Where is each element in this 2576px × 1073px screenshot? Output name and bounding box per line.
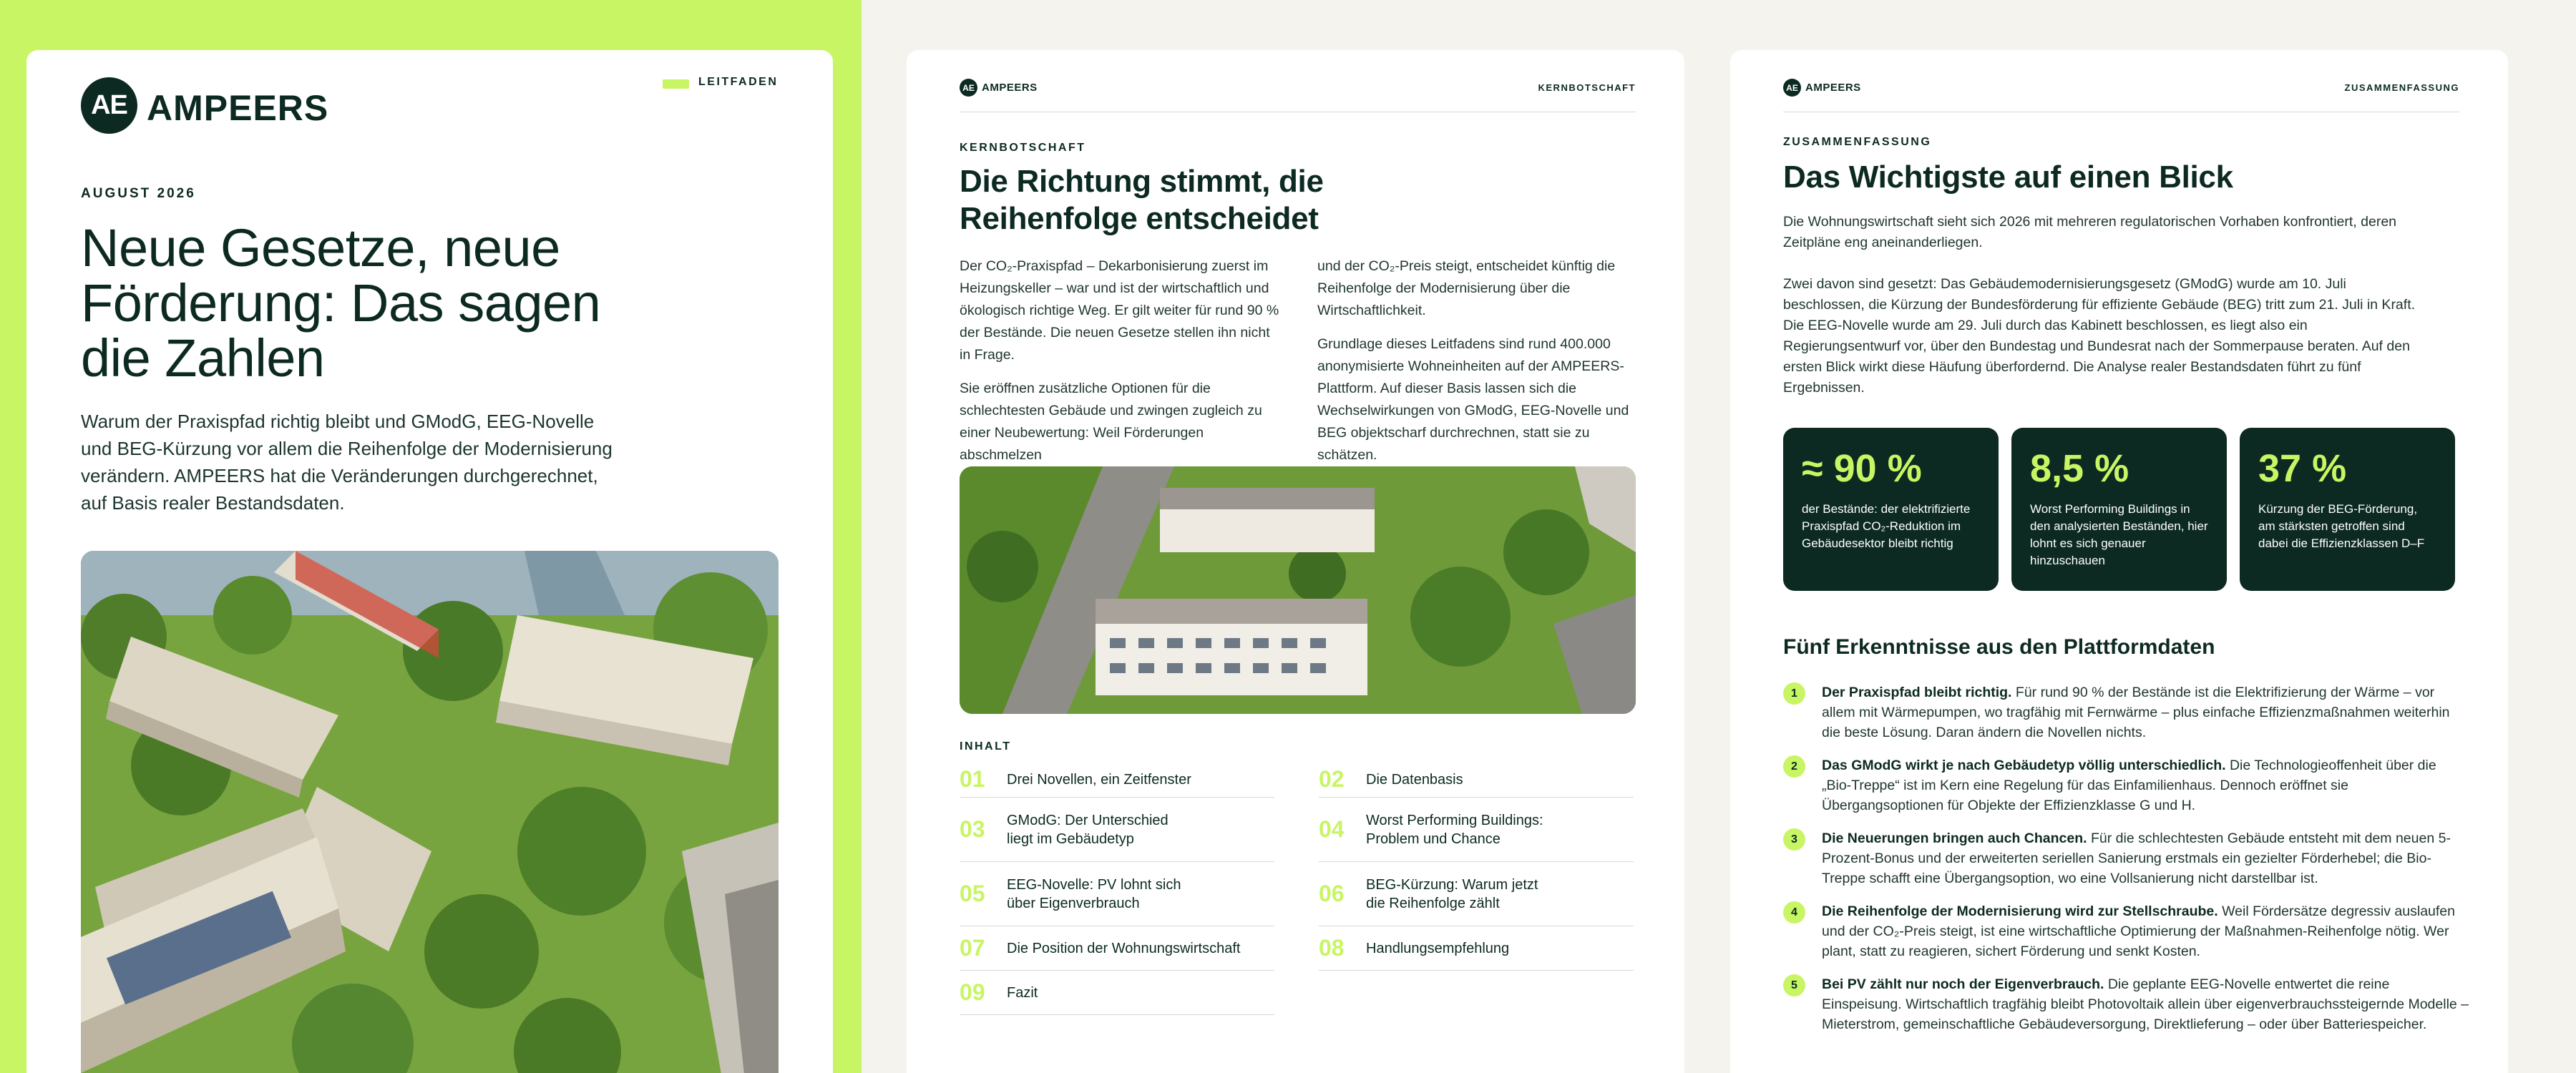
toc-number: 07 [960, 935, 985, 961]
toc-label: Die Position der Wohnungswirtschaft [1007, 940, 1241, 956]
cover-title: Neue Gesetze, neue Förderung: Das sagen … [81, 218, 601, 388]
paragraph: und der CO₂-Preis steigt, entscheidet kü… [1317, 258, 1616, 318]
finding-text: Die Reihenfolge der Modernisierung wird … [1822, 901, 2469, 961]
finding-lead: Die Reihenfolge der Modernisierung wird … [1822, 903, 2218, 919]
ampeers-logo-icon: AE [960, 79, 977, 97]
brand-wordmark: AMPEERS [147, 88, 329, 128]
aerial-residential-blocks-photo [81, 551, 779, 1073]
toc-label: Fazit [1007, 984, 1038, 1001]
stat-card: 37 % Kürzung der BEG-Förderung, am stärk… [2240, 428, 2455, 591]
toc-item[interactable]: 01 Drei Novellen, ein Zeitfenster [960, 762, 1274, 798]
toc-label: BEG-Kürzung: Warum jetzt die Reihenfolge… [1366, 876, 1538, 911]
toc-label: Handlungsempfehlung [1366, 940, 1510, 956]
body-column-right: und der CO₂-Preis steigt, entscheidet kü… [1317, 255, 1639, 478]
finding-item: 5 Bei PV zählt nur noch der Eigenverbrau… [1783, 974, 2470, 1034]
section-eyebrow: KERNBOTSCHAFT [960, 142, 1086, 154]
stat-value: 8,5 % [2030, 447, 2129, 490]
finding-item: 3 Die Neuerungen bringen auch Chancen. F… [1783, 828, 2470, 888]
intro-paragraph: Die Wohnungswirtschaft sieht sich 2026 m… [1783, 214, 2397, 250]
toc-item[interactable]: 08 Handlungsempfehlung [1319, 926, 1634, 971]
paragraph: Grundlage dieses Leitfadens sind rund 40… [1317, 336, 1629, 463]
stat-value: ≈ 90 % [1802, 447, 1922, 490]
stat-description: Worst Performing Buildings in den analys… [2030, 502, 2208, 567]
toc-label: EEG-Novelle: PV lohnt sich über Eigenver… [1007, 876, 1181, 911]
core-message-page: AE AMPEERS KERNBOTSCHAFT KERNBOTSCHAFT D… [907, 50, 1684, 1073]
paragraph: Sie eröffnen zusätzliche Optionen für di… [960, 381, 1262, 463]
toc-item[interactable]: 04 Worst Performing Buildings: Problem u… [1319, 798, 1634, 862]
tag-accent-bar [663, 79, 689, 89]
finding-lead: Der Praxispfad bleibt richtig. [1822, 685, 2012, 700]
toc-item[interactable]: 03 GModG: Der Unterschied liegt im Gebäu… [960, 798, 1274, 862]
running-header: ZUSAMMENFASSUNG [2344, 82, 2459, 93]
toc-number: 08 [1319, 935, 1345, 961]
body-paragraph: Zwei davon sind gesetzt: Das Gebäudemode… [1783, 276, 2416, 396]
brand-wordmark: AMPEERS [1805, 82, 1861, 94]
toc-label: Die Datenbasis [1366, 771, 1463, 788]
stat-description: der Bestände: der elektrifizierte Praxis… [1802, 502, 1971, 550]
finding-text: Das GModG wirkt je nach Gebäudetyp völli… [1822, 755, 2469, 815]
finding-number-badge: 2 [1783, 755, 1805, 778]
cover-lead-text: Warum der Praxispfad richtig bleibt und … [81, 411, 613, 514]
finding-number-badge: 1 [1783, 682, 1805, 705]
stat-card: ≈ 90 % der Bestände: der elektrifizierte… [1783, 428, 1999, 591]
toc-item[interactable]: 09 Fazit [960, 971, 1274, 1015]
toc-heading: INHALT [960, 740, 1012, 753]
running-header: KERNBOTSCHAFT [1538, 82, 1636, 93]
publication-date: AUGUST 2026 [81, 186, 196, 201]
toc-item[interactable]: 07 Die Position der Wohnungswirtschaft [960, 926, 1274, 971]
toc-number: 01 [960, 766, 985, 792]
section-eyebrow: ZUSAMMENFASSUNG [1783, 136, 1932, 148]
stat-value: 37 % [2258, 447, 2347, 490]
finding-number-badge: 4 [1783, 901, 1805, 923]
toc-number: 03 [960, 816, 985, 842]
finding-item: 1 Der Praxispfad bleibt richtig. Für run… [1783, 682, 2470, 743]
toc-item[interactable]: 05 EEG-Novelle: PV lohnt sich über Eigen… [960, 862, 1274, 926]
finding-item: 4 Die Reihenfolge der Modernisierung wir… [1783, 901, 2470, 961]
section-title: Das Wichtigste auf einen Blick [1783, 160, 2233, 195]
finding-text: Der Praxispfad bleibt richtig. Für rund … [1822, 682, 2469, 743]
findings-heading: Fünf Erkenntnisse aus den Plattformdaten [1783, 635, 2215, 659]
body-column-left: Der CO₂-Praxispfad – Dekarbonisierung zu… [960, 255, 1282, 478]
finding-lead: Die Neuerungen bringen auch Chancen. [1822, 831, 2087, 846]
paragraph: Der CO₂-Praxispfad – Dekarbonisierung zu… [960, 258, 1279, 363]
toc-number: 09 [960, 979, 985, 1005]
toc-label: Drei Novellen, ein Zeitfenster [1007, 771, 1191, 788]
toc-number: 04 [1319, 816, 1345, 842]
finding-item: 2 Das GModG wirkt je nach Gebäudetyp völ… [1783, 755, 2470, 815]
stat-card: 8,5 % Worst Performing Buildings in den … [2011, 428, 2227, 591]
document-type-tag: LEITFADEN [698, 76, 779, 88]
toc-label: GModG: Der Unterschied liegt im Gebäudet… [1007, 812, 1169, 847]
cover-page: AE AMPEERS LEITFADEN AUGUST 2026 Neue Ge… [26, 50, 833, 1073]
toc-label: Worst Performing Buildings: Problem und … [1366, 812, 1543, 847]
section-title: Die Richtung stimmt, die Reihenfolge ent… [960, 164, 1324, 236]
toc-item[interactable]: 02 Die Datenbasis [1319, 762, 1634, 798]
finding-number-badge: 3 [1783, 828, 1805, 851]
stat-description: Kürzung der BEG-Förderung, am stärksten … [2258, 502, 2425, 550]
summary-page: AE AMPEERS ZUSAMMENFASSUNG ZUSAMMENFASSU… [1730, 50, 2508, 1073]
toc-number: 06 [1319, 881, 1345, 906]
ampeers-logo-icon: AE [81, 77, 137, 134]
toc-number: 02 [1319, 766, 1345, 792]
finding-text: Bei PV zählt nur noch der Eigenverbrauch… [1822, 974, 2469, 1034]
toc-item[interactable]: 06 BEG-Kürzung: Warum jetzt die Reihenfo… [1319, 862, 1634, 926]
toc-number: 05 [960, 881, 985, 906]
brand-wordmark: AMPEERS [982, 82, 1038, 94]
finding-lead: Das GModG wirkt je nach Gebäudetyp völli… [1822, 758, 2226, 773]
aerial-apartment-buildings-photo [960, 466, 1636, 714]
finding-number-badge: 5 [1783, 974, 1805, 996]
finding-lead: Bei PV zählt nur noch der Eigenverbrauch… [1822, 976, 2104, 992]
finding-text: Die Neuerungen bringen auch Chancen. Für… [1822, 828, 2469, 888]
ampeers-logo-icon: AE [1783, 79, 1801, 97]
